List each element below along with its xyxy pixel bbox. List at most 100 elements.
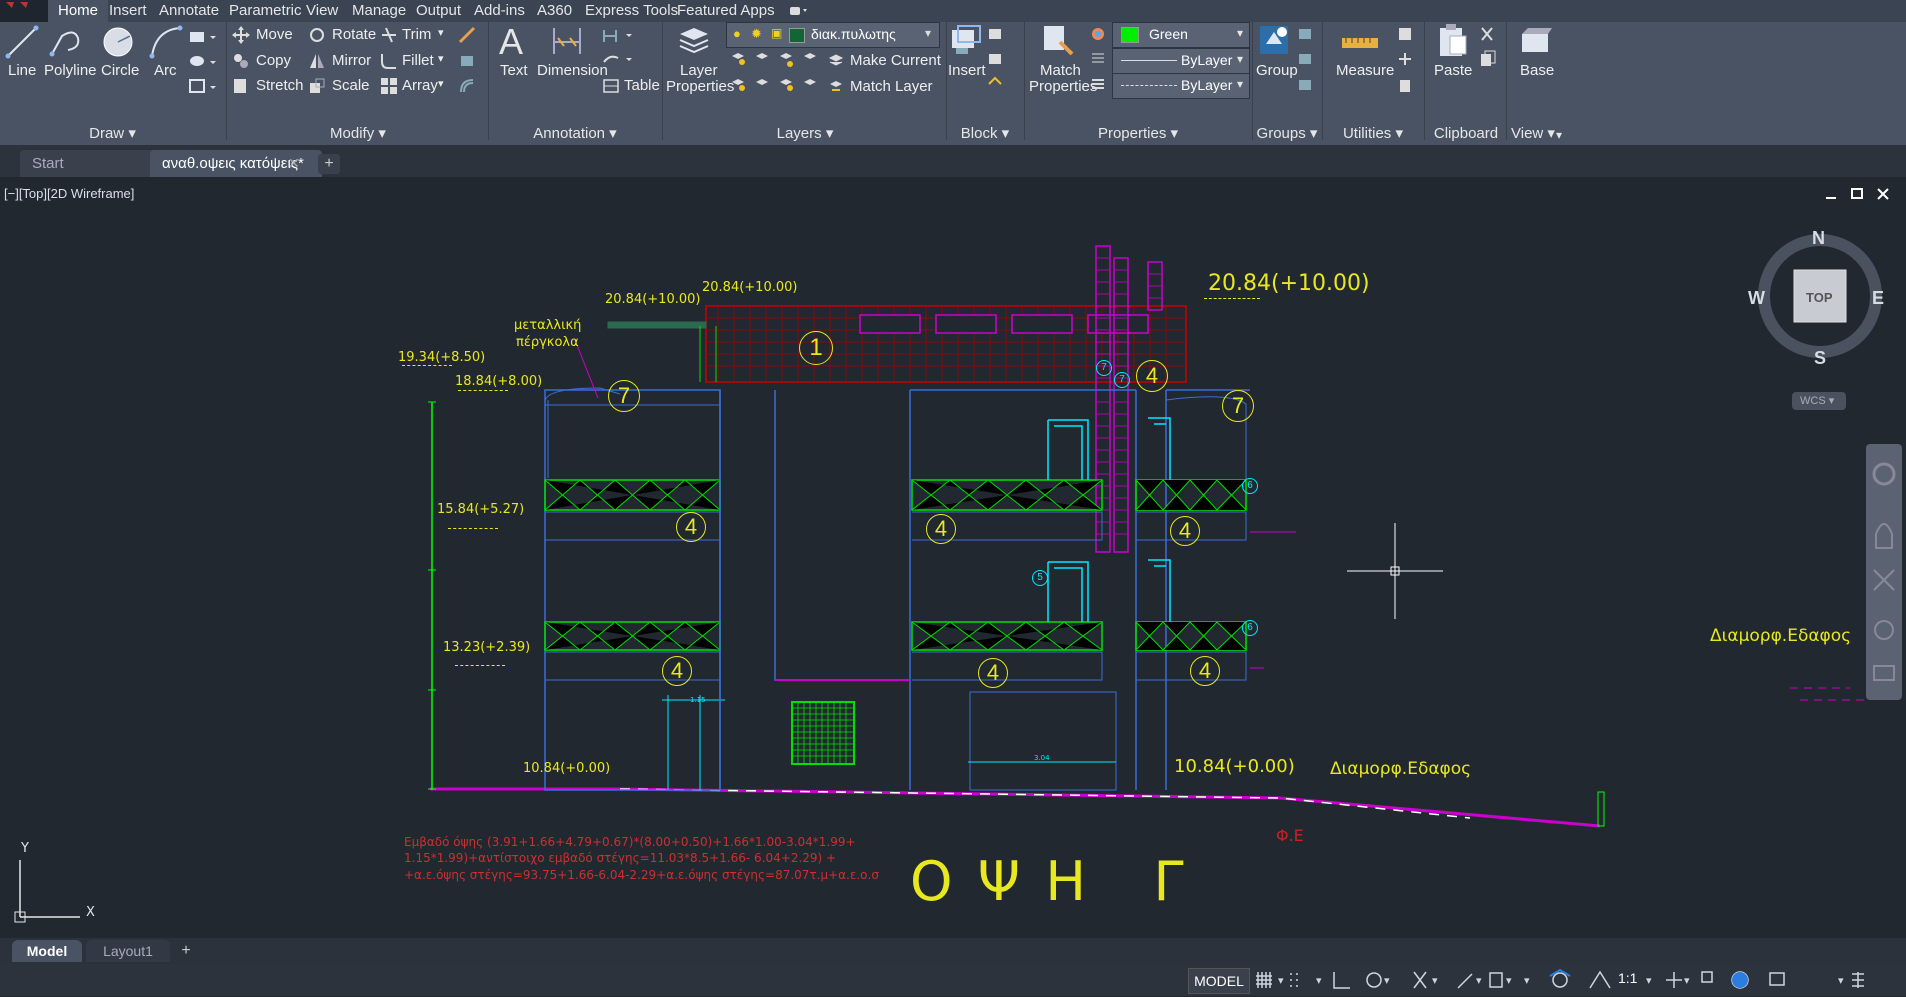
tab-express-tools[interactable]: Express Tools (585, 0, 678, 22)
view-panel-title[interactable]: View ▾ (1508, 124, 1558, 144)
new-tab-plus-icon[interactable]: + (318, 154, 340, 174)
lock-icon[interactable]: ▣ (771, 26, 782, 40)
move-icon[interactable] (232, 26, 250, 44)
compass-south[interactable]: S (1814, 348, 1826, 369)
match-layer-icon[interactable] (828, 78, 844, 94)
insert-button[interactable]: Insert (948, 62, 986, 79)
line-button[interactable]: Line (8, 62, 36, 79)
compass-west[interactable]: W (1748, 288, 1765, 309)
tab-parametric[interactable]: Parametric (229, 0, 302, 22)
layers-panel-title[interactable]: Layers ▾ (664, 124, 946, 144)
status-tools[interactable]: ▾ ▾ ▾ ▾ ▾ ▾ ▾ ▾ ▾ ▾ (1254, 966, 1894, 994)
tab-a360[interactable]: A360 (537, 0, 572, 22)
dimension-icon[interactable] (550, 24, 584, 58)
tab-annotate[interactable]: Annotate (159, 0, 219, 22)
paste-button[interactable]: Paste (1434, 62, 1472, 79)
copy-button[interactable]: Copy (256, 52, 291, 69)
scale-icon[interactable] (308, 77, 326, 95)
compass-east[interactable]: E (1872, 288, 1884, 309)
trim-dropdown-icon[interactable]: ▾ (438, 26, 444, 39)
draw-panel-title[interactable]: Draw ▾ (0, 124, 225, 144)
ribbon-expand-icon[interactable]: ▾ (1556, 128, 1568, 142)
clipboard-panel-title[interactable]: Clipboard (1426, 124, 1506, 144)
circle-icon[interactable] (100, 24, 136, 60)
draw-small-tools-icon[interactable] (188, 28, 218, 104)
polyline-button[interactable]: Polyline (44, 62, 97, 79)
wcs-menu[interactable]: WCS ▾ (1792, 392, 1846, 410)
layer-tools-icon[interactable] (728, 50, 823, 100)
scale-button[interactable]: Scale (332, 77, 370, 94)
move-button[interactable]: Move (256, 26, 293, 43)
layer-properties-button-line2[interactable]: Properties (666, 78, 734, 95)
stretch-button[interactable]: Stretch (256, 77, 304, 94)
tab-home[interactable]: Home (48, 0, 109, 22)
layer-properties-button[interactable]: Layer (680, 62, 718, 79)
layout1-tab[interactable]: Layout1 (86, 940, 170, 962)
group-icon[interactable] (1256, 22, 1292, 58)
app-logo[interactable] (0, 0, 48, 22)
groups-small-tools-icon[interactable] (1296, 26, 1316, 96)
make-current-icon[interactable] (828, 52, 844, 68)
linetype-dropdown[interactable]: ByLayer ▾ (1112, 48, 1250, 74)
measure-button[interactable]: Measure (1336, 62, 1394, 79)
utilities-panel-title[interactable]: Utilities ▾ (1324, 124, 1422, 144)
cut-copy-icons[interactable] (1478, 26, 1498, 72)
chevron-down-icon[interactable]: ▾ (1237, 52, 1243, 66)
modify-panel-title[interactable]: Modify ▾ (228, 124, 488, 144)
drawing-tab[interactable]: αναθ.οψεις κατόψεις* ✕ (150, 150, 322, 177)
measure-icon[interactable] (1340, 26, 1380, 56)
mirror-icon[interactable] (308, 52, 326, 70)
match-properties-button-line2[interactable]: Properties (1029, 78, 1097, 95)
rotate-button[interactable]: Rotate (332, 26, 376, 43)
tab-output[interactable]: Output (416, 0, 461, 22)
rotate-icon[interactable] (308, 26, 326, 44)
bulb-icon[interactable]: ● (733, 26, 741, 41)
layer-dropdown[interactable]: ● ✹ ▣ διακ.πυλωτης ▾ (726, 22, 940, 48)
close-icon[interactable]: ✕ (288, 150, 300, 177)
make-current-button[interactable]: Make Current (850, 52, 941, 69)
fillet-icon[interactable] (380, 52, 398, 70)
start-tab[interactable]: Start (20, 150, 160, 177)
color-dropdown[interactable]: Green ▾ (1112, 22, 1250, 48)
lineweight-dropdown[interactable]: ByLayer ▾ (1112, 73, 1250, 99)
viewcube-top-face[interactable]: TOP (1806, 290, 1833, 305)
tab-insert[interactable]: Insert (109, 0, 147, 22)
tab-view[interactable]: View (306, 0, 338, 22)
explode-icon[interactable] (458, 52, 478, 70)
fillet-dropdown-icon[interactable]: ▾ (438, 52, 444, 65)
arc-icon[interactable] (148, 24, 184, 60)
layer-properties-icon[interactable] (676, 22, 712, 58)
copy-icon[interactable] (232, 52, 250, 70)
compass-north[interactable]: N (1812, 228, 1825, 249)
annotation-panel-title[interactable]: Annotation ▾ (490, 124, 660, 144)
add-layout-plus-icon[interactable]: + (176, 942, 196, 960)
fillet-button[interactable]: Fillet (402, 52, 434, 69)
chevron-down-icon[interactable]: ▾ (925, 26, 931, 40)
block-panel-title[interactable]: Block ▾ (948, 124, 1022, 144)
offset-icon[interactable] (458, 77, 478, 95)
chevron-down-icon[interactable]: ▾ (1237, 26, 1243, 40)
properties-small-icons[interactable] (1090, 26, 1106, 96)
model-space-button[interactable]: MODEL (1188, 968, 1250, 994)
match-properties-icon[interactable] (1040, 22, 1076, 58)
insert-block-icon[interactable] (948, 22, 984, 58)
polyline-icon[interactable] (48, 24, 84, 60)
match-properties-button[interactable]: Match (1040, 62, 1081, 79)
line-icon[interactable] (4, 24, 40, 60)
base-button[interactable]: Base (1520, 62, 1554, 79)
dimension-button[interactable]: Dimension (537, 62, 608, 79)
chevron-down-icon[interactable]: ▾ (1237, 77, 1243, 91)
groups-panel-title[interactable]: Groups ▾ (1254, 124, 1320, 144)
trim-button[interactable]: Trim (402, 26, 431, 43)
text-button[interactable]: Text (500, 62, 528, 79)
mirror-button[interactable]: Mirror (332, 52, 371, 69)
stretch-icon[interactable] (232, 77, 250, 95)
arc-button[interactable]: Arc (154, 62, 177, 79)
table-button[interactable]: Table (624, 77, 660, 94)
model-tab[interactable]: Model (12, 940, 82, 962)
array-dropdown-icon[interactable]: ▾ (438, 77, 444, 90)
match-layer-button[interactable]: Match Layer (850, 78, 933, 95)
sun-icon[interactable]: ✹ (751, 26, 762, 42)
utilities-small-tools-icon[interactable] (1396, 26, 1416, 96)
properties-panel-title[interactable]: Properties ▾ (1026, 124, 1250, 144)
